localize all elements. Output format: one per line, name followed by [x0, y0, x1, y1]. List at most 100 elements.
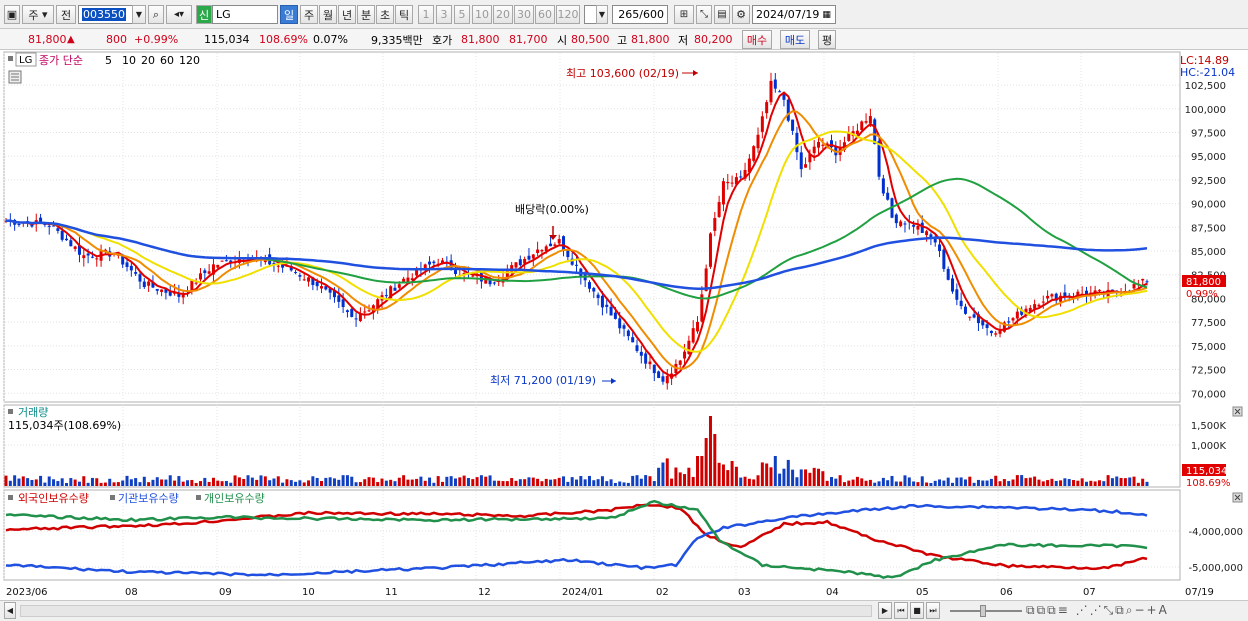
- candle-body: [639, 351, 643, 356]
- volume-bar: [432, 482, 436, 486]
- n120-button[interactable]: 120: [556, 5, 580, 24]
- n20-button[interactable]: 20: [493, 5, 513, 24]
- count-input[interactable]: 265/600: [612, 5, 668, 24]
- zoom-slider-thumb[interactable]: [980, 605, 986, 617]
- tf-week-button[interactable]: 주: [300, 5, 318, 24]
- volume-bar: [445, 476, 449, 486]
- tf-year-button[interactable]: 년: [338, 5, 356, 24]
- volume-bar: [1011, 479, 1015, 486]
- chart-area[interactable]: 2023/06 08 09 10 11 12 2024/01 02 03 04 05 06 07 07/1…: [0, 50, 1248, 600]
- volume-bar: [1080, 478, 1084, 486]
- scroll-start-icon[interactable]: ⏮: [894, 602, 908, 619]
- volume-bar: [384, 480, 388, 486]
- candle-body: [337, 295, 341, 302]
- candle-body: [294, 272, 298, 274]
- y-tick-label: 72,500: [1191, 366, 1226, 377]
- volume-bar: [916, 482, 920, 486]
- gear-icon[interactable]: ⚙: [732, 5, 750, 24]
- date-input[interactable]: 2024/07/19 ▦: [752, 5, 836, 24]
- volume-bar: [112, 482, 116, 486]
- volume-bar: [847, 480, 851, 486]
- n5-button[interactable]: 5: [454, 5, 470, 24]
- candle-body: [899, 221, 903, 227]
- volume-bar: [925, 482, 929, 486]
- candle-body: [635, 345, 639, 351]
- volume-bar: [26, 478, 30, 486]
- x-tick-label: 12: [478, 587, 491, 598]
- volume-bar: [873, 482, 877, 486]
- save-icon[interactable]: ▤: [714, 5, 730, 24]
- candle-body: [622, 325, 626, 329]
- volume-menu-icon[interactable]: [8, 409, 13, 414]
- avg-button[interactable]: 평: [818, 30, 836, 49]
- candle-body: [1132, 284, 1136, 289]
- candle-body: [609, 306, 613, 316]
- candle-body: [587, 282, 591, 289]
- new-badge[interactable]: 신: [196, 5, 212, 24]
- chart-type-icon[interactable]: ⤡: [696, 5, 712, 24]
- candle-body: [65, 238, 69, 241]
- drawing-tools-icons[interactable]: ⧉⧉⧉≡ ⋰⋰⤡⧉⌕−+A: [1026, 603, 1169, 618]
- volume-bar: [281, 482, 285, 486]
- volume-bar: [332, 478, 336, 486]
- x-tick-label: 02: [656, 587, 669, 598]
- volume-bar: [838, 475, 842, 486]
- n30-button[interactable]: 30: [514, 5, 534, 24]
- candle-body: [69, 240, 73, 247]
- candle-body: [817, 141, 821, 148]
- indiv-menu-icon[interactable]: [196, 495, 201, 500]
- volume-bar: [929, 482, 933, 486]
- volume-bar: [756, 475, 760, 486]
- stock-code-input[interactable]: 003550: [78, 5, 138, 24]
- calendar-icon[interactable]: ▦: [822, 10, 831, 20]
- candle-body: [765, 102, 769, 114]
- panel-menu-icon[interactable]: [8, 56, 13, 61]
- volume-bar: [652, 481, 656, 486]
- volume-bar: [307, 480, 311, 486]
- custom-n-dropdown-icon[interactable]: ▼: [596, 5, 608, 24]
- candle-body: [315, 281, 319, 287]
- n60-button[interactable]: 60: [535, 5, 555, 24]
- scroll-end-icon[interactable]: ⏭: [926, 602, 940, 619]
- adj-button[interactable]: 전: [56, 5, 76, 24]
- scroll-left-icon[interactable]: ◀: [4, 602, 16, 619]
- tf-tick-button[interactable]: 틱: [395, 5, 413, 24]
- stock-name-field[interactable]: LG: [212, 5, 278, 24]
- candle-body: [799, 152, 803, 170]
- candle-body: [575, 264, 578, 266]
- volume-bar: [121, 480, 125, 486]
- holding-menu-icon[interactable]: [8, 495, 13, 500]
- window-icon[interactable]: ▣: [4, 5, 20, 24]
- zoom-slider[interactable]: [950, 610, 1022, 612]
- n3-button[interactable]: 3: [436, 5, 452, 24]
- scrollbar-track[interactable]: [20, 605, 872, 617]
- n1-button[interactable]: 1: [418, 5, 434, 24]
- candle-body: [963, 306, 967, 314]
- scroll-right-icon[interactable]: ▶: [878, 602, 892, 619]
- stop-icon[interactable]: ■: [910, 602, 924, 619]
- inst-menu-icon[interactable]: [110, 495, 115, 500]
- tf-minute-button[interactable]: 분: [357, 5, 375, 24]
- volume-bar: [497, 480, 501, 486]
- ma120-legend: 120: [179, 54, 200, 67]
- candle-body: [1011, 318, 1015, 321]
- sell-button[interactable]: 매도: [780, 30, 810, 49]
- search-icon[interactable]: ⌕: [148, 5, 164, 24]
- tf-month-button[interactable]: 월: [319, 5, 337, 24]
- volume-bar: [920, 476, 924, 486]
- code-dropdown-icon[interactable]: ▼: [132, 5, 146, 24]
- volume-bar: [933, 480, 937, 486]
- volume-bar: [229, 482, 233, 486]
- tf-day-button[interactable]: 일: [280, 5, 298, 24]
- n10-button[interactable]: 10: [472, 5, 492, 24]
- speaker-icon[interactable]: ◂▾: [166, 5, 192, 24]
- tf-second-button[interactable]: 초: [376, 5, 394, 24]
- period-type-select[interactable]: 주 ▾: [22, 5, 54, 24]
- buy-button[interactable]: 매수: [742, 30, 772, 49]
- ma10-legend: 10: [122, 54, 136, 67]
- y-tick-label: 97,500: [1191, 128, 1226, 139]
- crosshair-icon[interactable]: ⊞: [674, 5, 694, 24]
- candle-body: [82, 255, 86, 259]
- candle-body: [648, 361, 652, 365]
- y-tick-label: 75,000: [1191, 342, 1226, 353]
